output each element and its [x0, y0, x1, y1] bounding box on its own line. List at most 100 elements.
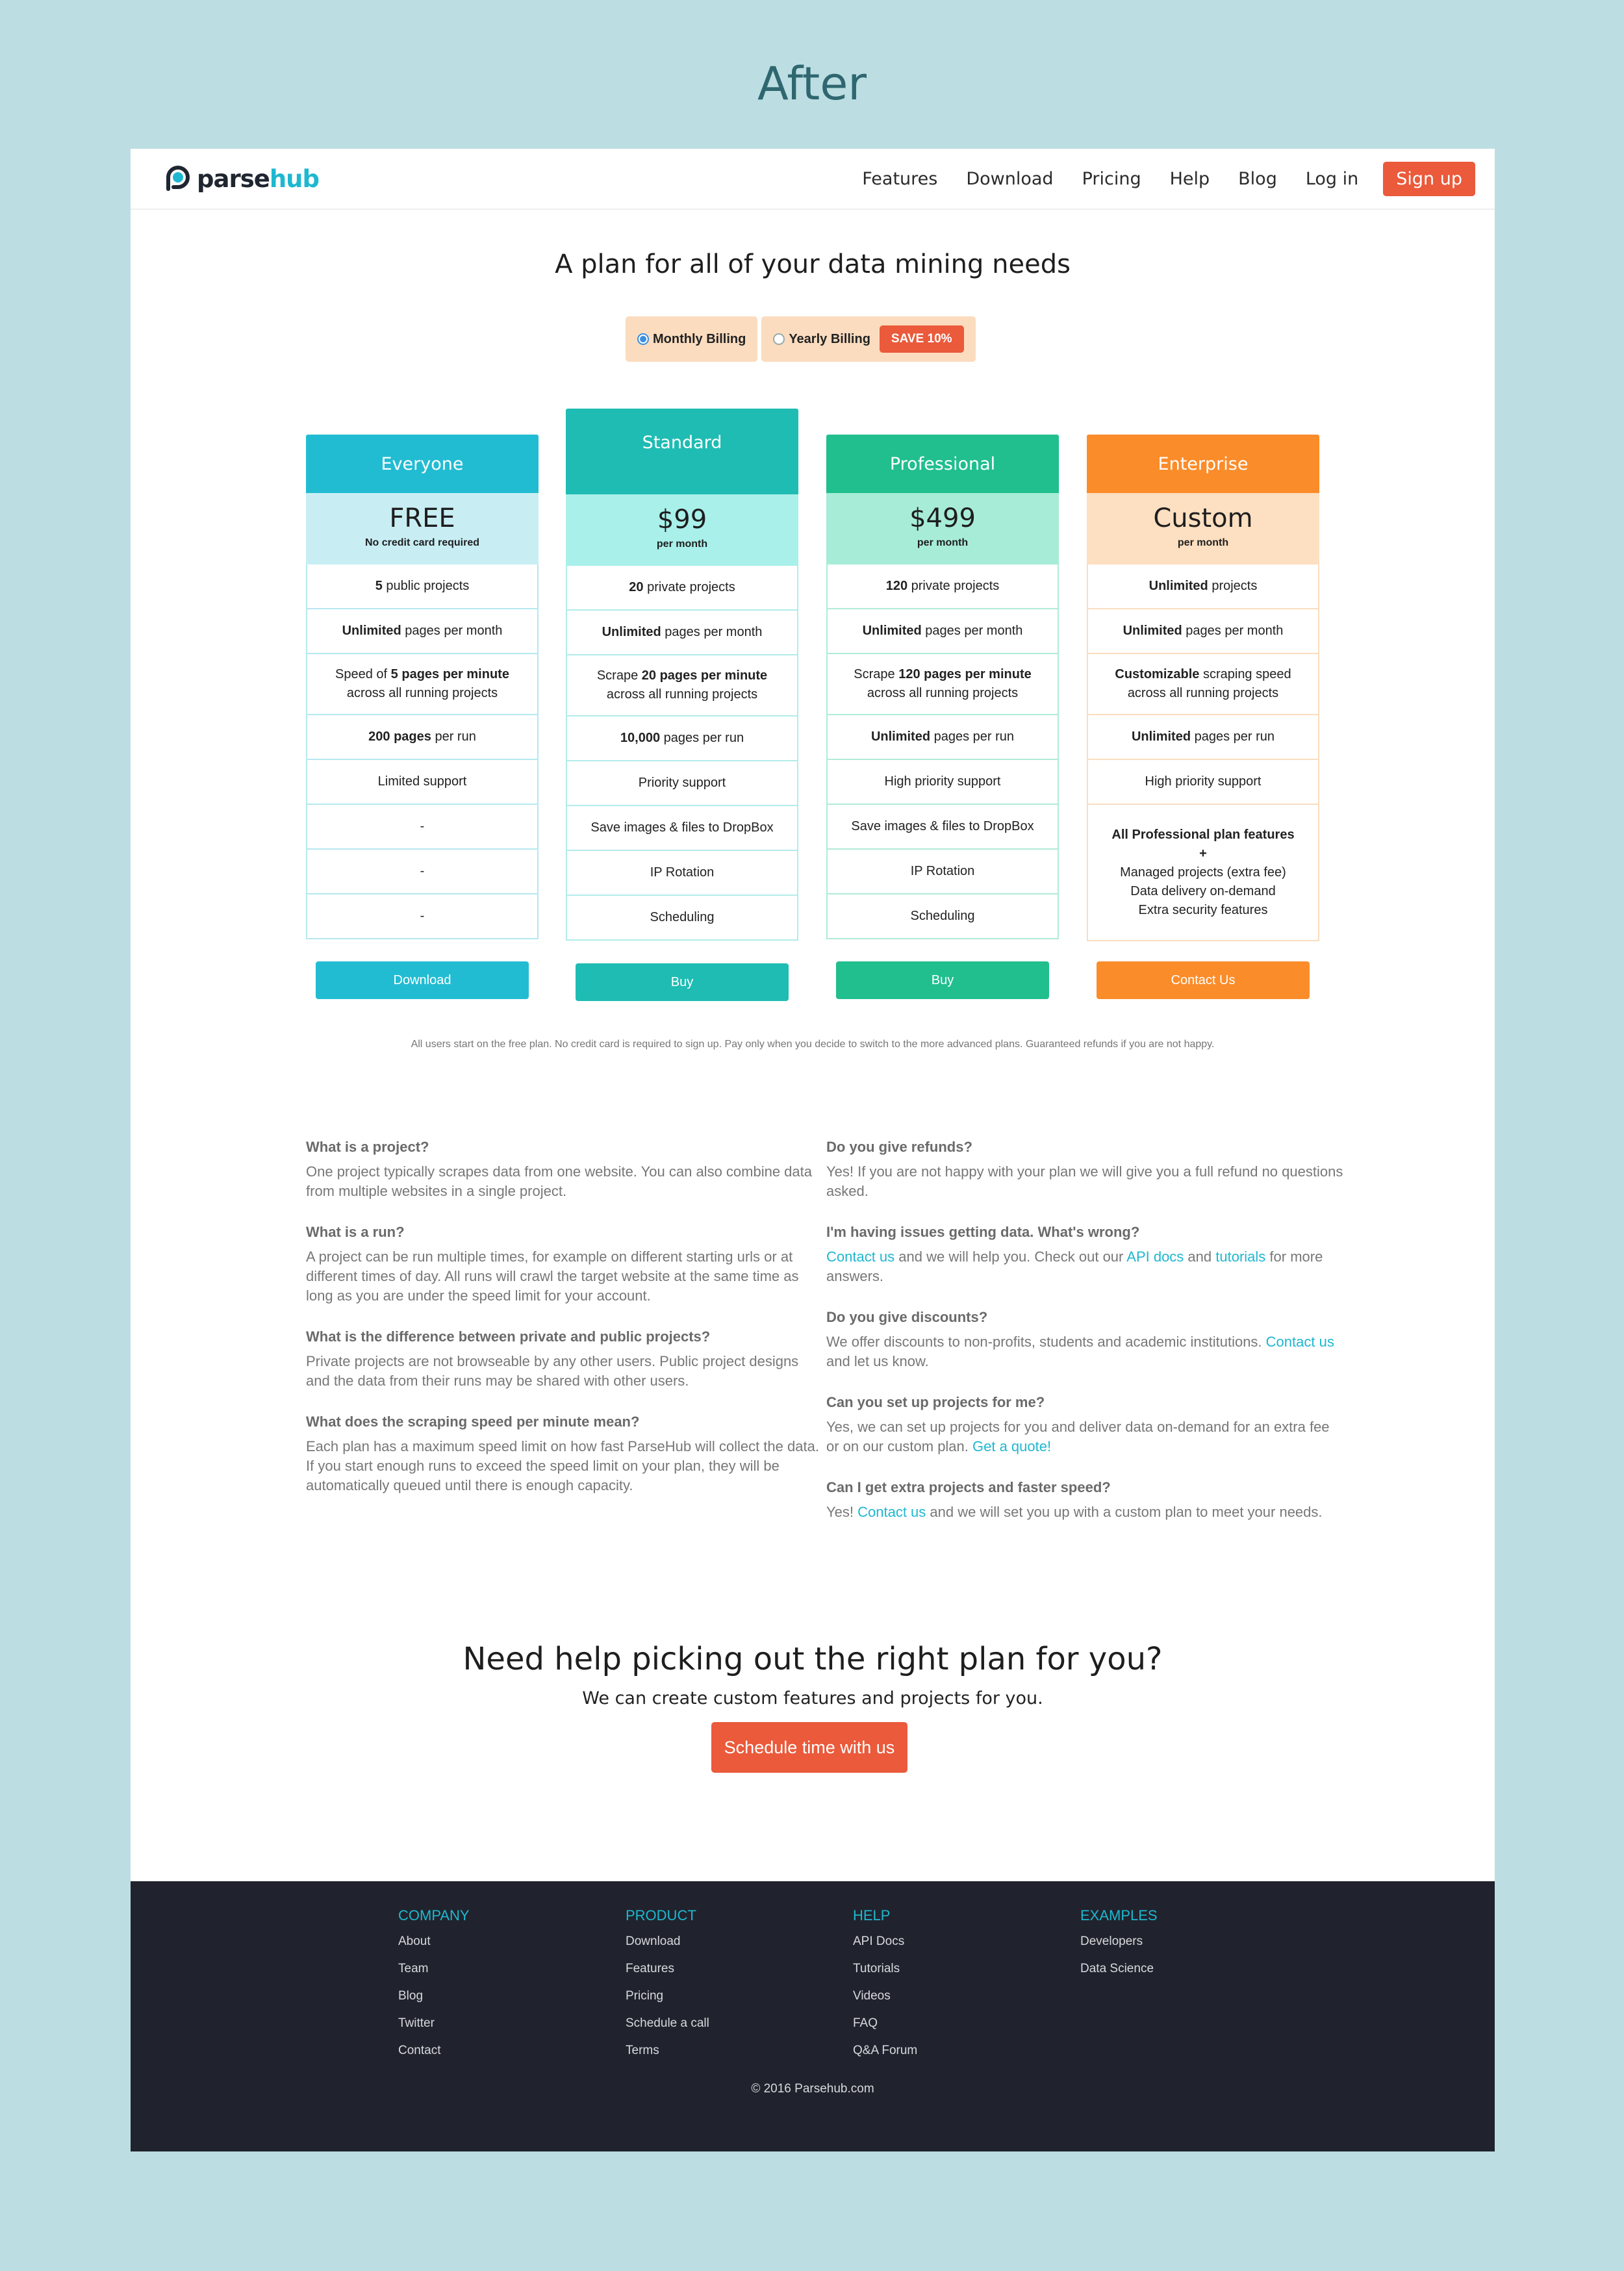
plan-feature: IP Rotation: [826, 850, 1059, 894]
plan-feature: Limited support: [306, 760, 539, 805]
footer-link[interactable]: Schedule a call: [626, 2016, 709, 2044]
footer-link[interactable]: Twitter: [398, 2016, 470, 2044]
footer-link[interactable]: FAQ: [853, 2016, 917, 2044]
footer-link[interactable]: API Docs: [853, 1935, 917, 1962]
logo[interactable]: parsehub: [164, 164, 320, 193]
plan-price: FREE: [389, 503, 455, 533]
footer-link[interactable]: Team: [398, 1962, 470, 1989]
nav-link-pricing[interactable]: Pricing: [1082, 169, 1141, 189]
footer-column-examples: EXAMPLES Developers Data Science: [1080, 1907, 1158, 1989]
plan-feature: 10,000 pages per run: [566, 717, 798, 761]
plan-feature: High priority support: [1087, 760, 1319, 805]
plan-feature: All Professional plan features + Managed p…: [1087, 805, 1319, 941]
brand-part-hub: hub: [269, 164, 320, 193]
plan-price-block: Custom per month: [1087, 493, 1319, 565]
footer-column-company: COMPANY About Team Blog Twitter Contact: [398, 1907, 470, 2071]
nav-link-features[interactable]: Features: [862, 169, 937, 189]
nav-link-login[interactable]: Log in: [1306, 169, 1358, 189]
plan-price-block: $99 per month: [566, 494, 798, 566]
footer-link[interactable]: Contact: [398, 2044, 470, 2071]
faq-link[interactable]: tutorials: [1215, 1249, 1265, 1265]
plan-name: Enterprise: [1087, 435, 1319, 493]
footer-link[interactable]: Q&A Forum: [853, 2044, 917, 2071]
footer-link[interactable]: Tutorials: [853, 1962, 917, 1989]
faq-question: Do you give refunds?: [826, 1139, 972, 1155]
plan-button-everyone[interactable]: Download: [316, 961, 529, 999]
plan-button-enterprise[interactable]: Contact Us: [1097, 961, 1310, 999]
parsehub-logo-icon: [164, 164, 193, 193]
faq-link[interactable]: Get a quote!: [972, 1438, 1051, 1454]
plan-feature: Speed of 5 pages per minute across all ru…: [306, 654, 539, 715]
plan-name: Everyone: [306, 435, 539, 493]
nav-link-download[interactable]: Download: [966, 169, 1053, 189]
footer-link[interactable]: Data Science: [1080, 1962, 1158, 1989]
nav-link-help[interactable]: Help: [1170, 169, 1210, 189]
plan-price-subtitle: per month: [1177, 537, 1229, 548]
plan-feature: Customizable scraping speed across all ru…: [1087, 654, 1319, 715]
faq-link[interactable]: Contact us: [1266, 1334, 1334, 1350]
monthly-billing-label: Monthly Billing: [653, 331, 746, 346]
faq-answer: Each plan has a maximum speed limit on h…: [306, 1438, 819, 1493]
faq-answer: Yes! Contact us and we will set you up w…: [826, 1504, 1323, 1520]
plan-feature: Save images & files to DropBox: [826, 805, 1059, 850]
plan-price: $499: [909, 503, 976, 533]
footer-link[interactable]: Features: [626, 1962, 709, 1989]
footer-link[interactable]: About: [398, 1935, 470, 1962]
plan-feature: Unlimited pages per month: [566, 611, 798, 655]
page-title: A plan for all of your data mining needs: [555, 249, 1071, 279]
footer-link[interactable]: Blog: [398, 1989, 470, 2016]
plan-feature: Unlimited pages per month: [1087, 609, 1319, 654]
faq-item: What is the difference between private a…: [306, 1327, 826, 1391]
plan-button-professional[interactable]: Buy: [836, 961, 1049, 999]
plan-feature: Unlimited pages per month: [826, 609, 1059, 654]
footer-link[interactable]: Developers: [1080, 1935, 1158, 1962]
after-heading: After: [757, 57, 867, 110]
faq-question: What is a run?: [306, 1224, 405, 1240]
plan-card-everyone: Everyone FREE No credit card required 5 pub…: [306, 435, 539, 939]
footer-link[interactable]: Terms: [626, 2044, 709, 2071]
plan-feature: Unlimited pages per run: [1087, 715, 1319, 760]
plan-price-subtitle: per month: [917, 537, 969, 548]
help-subtitle: We can create custom features and projec…: [582, 1688, 1043, 1708]
footer-link[interactable]: Videos: [853, 1989, 917, 2016]
plan-feature: 5 public projects: [306, 565, 539, 609]
faq-answer: We offer discounts to non-profits, stude…: [826, 1334, 1334, 1369]
faq-answer: Contact us and we will help you. Check o…: [826, 1249, 1323, 1284]
faq-link[interactable]: Contact us: [826, 1249, 894, 1265]
nav-link-blog[interactable]: Blog: [1238, 169, 1277, 189]
plan-button-standard[interactable]: Buy: [576, 963, 789, 1001]
plan-price-block: FREE No credit card required: [306, 493, 539, 565]
faq-link[interactable]: API docs: [1126, 1249, 1184, 1265]
plan-feature: -: [306, 894, 539, 939]
plan-name: Professional: [826, 435, 1059, 493]
plan-feature: Unlimited projects: [1087, 565, 1319, 609]
faq-question: I'm having issues getting data. What's w…: [826, 1224, 1140, 1240]
plan-price: $99: [657, 505, 707, 535]
faq-answer: Private projects are not browseable by a…: [306, 1353, 799, 1389]
monthly-billing-option[interactable]: Monthly Billing: [626, 316, 758, 362]
schedule-button[interactable]: Schedule time with us: [711, 1722, 907, 1773]
footer: COMPANY About Team Blog Twitter Contact PRODUC…: [131, 1881, 1495, 2151]
brand-part-parse: parse: [197, 164, 270, 193]
faq-item: Can I get extra projects and faster spee…: [826, 1478, 1346, 1522]
faq-link[interactable]: Contact us: [857, 1504, 926, 1520]
footer-column-product: PRODUCT Download Features Pricing Schedule a…: [626, 1907, 709, 2071]
nav-links: Features Download Pricing Help Blog Log …: [833, 162, 1475, 196]
signup-button[interactable]: Sign up: [1383, 162, 1475, 196]
yearly-billing-option[interactable]: Yearly Billing SAVE 10%: [761, 316, 976, 362]
plan-feature: Save images & files to DropBox: [566, 806, 798, 851]
footer-link[interactable]: Pricing: [626, 1989, 709, 2016]
plan-feature: IP Rotation: [566, 851, 798, 896]
plan-feature: Unlimited pages per month: [306, 609, 539, 654]
plan-price: Custom: [1153, 503, 1253, 533]
faq-item: What does the scraping speed per minute …: [306, 1412, 826, 1495]
footer-heading: EXAMPLES: [1080, 1907, 1158, 1923]
plan-feature: High priority support: [826, 760, 1059, 805]
footer-link[interactable]: Download: [626, 1935, 709, 1962]
yearly-radio[interactable]: [773, 333, 785, 345]
plan-price-subtitle: per month: [656, 539, 708, 550]
faq-item: Do you give refunds? Yes! If you are not …: [826, 1137, 1346, 1201]
faq-question: Can I get extra projects and faster spee…: [826, 1479, 1111, 1495]
plan-feature: Scheduling: [566, 896, 798, 941]
monthly-radio[interactable]: [637, 333, 649, 345]
